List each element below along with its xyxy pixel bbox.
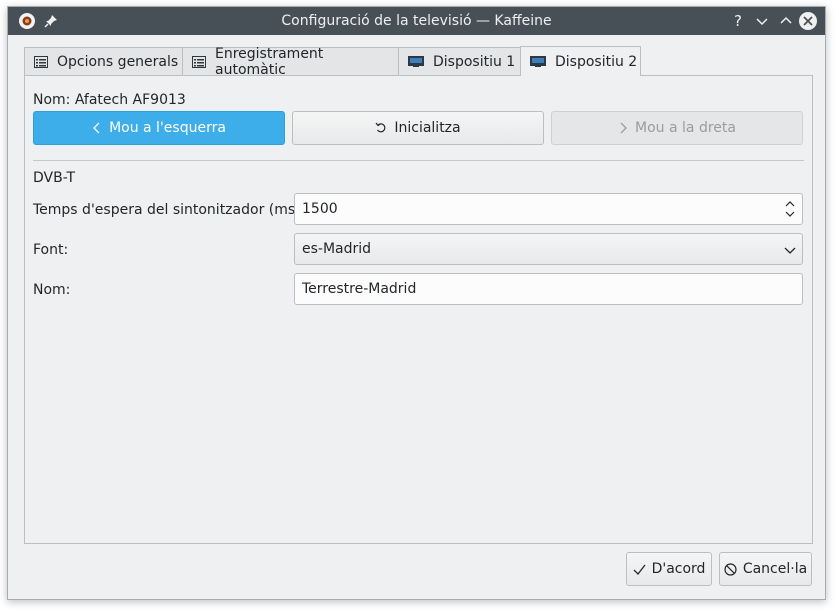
tab-label: Enregistrament automàtic	[215, 45, 324, 78]
move-right-button[interactable]: Mou a la dreta	[551, 111, 803, 145]
tab-label: Dispositiu 1	[433, 53, 516, 70]
checkmark-icon	[633, 564, 646, 575]
device-name-label: Nom: Afatech AF9013	[33, 92, 186, 108]
tab-automatic-recording[interactable]: Enregistrament automàtic	[182, 45, 399, 78]
tab-label: Dispositiu 2	[555, 53, 638, 70]
list-icon	[192, 55, 206, 68]
title-bar[interactable]: Configuració de la televisió — Kaffeine …	[8, 7, 825, 35]
tab-label: Opcions generals	[57, 53, 179, 70]
ok-label: D'acord	[651, 561, 706, 577]
tab-general-options[interactable]: Opcions generals	[24, 47, 183, 75]
tab-device-2[interactable]: Dispositiu 2	[520, 46, 641, 76]
name-input[interactable]: Terrestre-Madrid	[294, 273, 803, 305]
spin-arrows-icon[interactable]	[784, 198, 796, 220]
window-title: Configuració de la televisió — Kaffeine	[281, 13, 552, 29]
reset-label: Inicialitza	[394, 120, 461, 136]
close-icon[interactable]	[798, 11, 818, 31]
move-right-label: Mou a la dreta	[635, 120, 736, 136]
ok-button[interactable]: D'acord	[626, 552, 712, 586]
tv-icon	[408, 56, 424, 67]
move-left-label: Mou a l'esquerra	[109, 120, 226, 136]
tuner-timeout-value: 1500	[302, 201, 338, 217]
separator	[33, 160, 804, 161]
chevron-right-icon	[618, 121, 628, 135]
chevron-down-icon	[784, 244, 796, 260]
minimize-icon[interactable]	[752, 11, 772, 31]
name-label: Nom:	[33, 282, 71, 298]
device-2-panel: Nom: Afatech AF9013 Mou a l'esquerra Ini…	[24, 75, 813, 544]
dvb-t-section-label: DVB-T	[33, 170, 76, 186]
source-combobox[interactable]: es-Madrid	[294, 233, 803, 265]
cancel-icon	[724, 562, 737, 576]
cancel-button[interactable]: Cancel·la	[719, 552, 812, 586]
maximize-icon[interactable]	[776, 11, 796, 31]
settings-dialog: Configuració de la televisió — Kaffeine …	[7, 6, 826, 600]
reset-button[interactable]: Inicialitza	[292, 111, 544, 145]
tv-icon	[530, 56, 546, 67]
undo-icon	[375, 122, 387, 134]
help-icon[interactable]: ?	[728, 11, 748, 31]
tab-device-1[interactable]: Dispositiu 1	[398, 47, 521, 75]
chevron-left-icon	[92, 121, 102, 135]
cancel-label: Cancel·la	[742, 561, 808, 577]
tuner-timeout-spinbox[interactable]: 1500	[294, 193, 803, 225]
source-value: es-Madrid	[302, 241, 372, 257]
move-left-button[interactable]: Mou a l'esquerra	[33, 111, 285, 145]
list-icon	[34, 55, 48, 68]
source-label: Font:	[33, 242, 69, 258]
name-value: Terrestre-Madrid	[302, 281, 417, 297]
tuner-timeout-label: Temps d'espera del sintonitzador (ms):	[33, 202, 306, 218]
